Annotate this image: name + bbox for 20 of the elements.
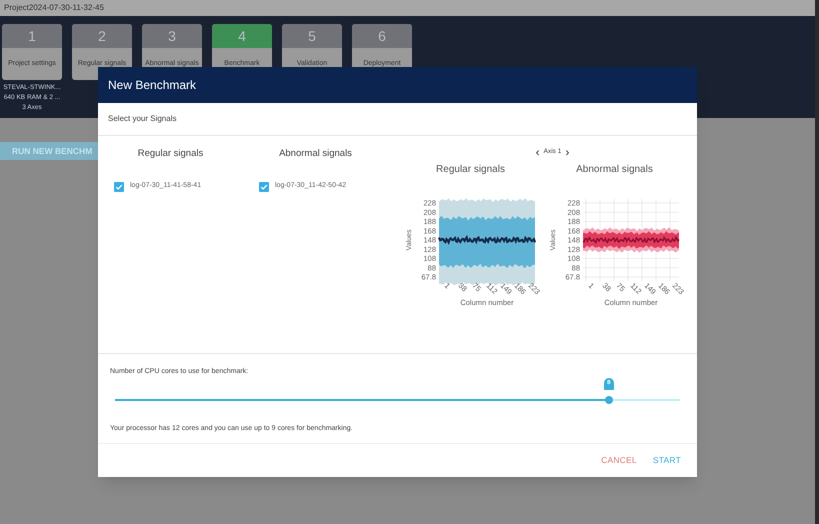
step-number: 6 xyxy=(378,26,386,46)
window-title: Project2024-07-30-11-32-45 xyxy=(4,2,104,14)
slider-thumb[interactable] xyxy=(604,396,613,404)
column-heading: Abnormal signals xyxy=(278,147,353,161)
next-axis-button[interactable]: › xyxy=(565,146,570,158)
signal-checkbox[interactable] xyxy=(259,182,269,192)
step-number: 5 xyxy=(308,26,316,46)
signal-checkbox[interactable] xyxy=(114,182,124,192)
step-number: 2 xyxy=(98,26,106,46)
dialog-subtitle: Select your Signals xyxy=(108,113,176,125)
step-number: 1 xyxy=(28,26,36,46)
previous-axis-button[interactable]: ‹ xyxy=(536,146,540,158)
step-number: 4 xyxy=(238,26,246,46)
start-button[interactable]: START xyxy=(646,450,687,471)
step-number: 3 xyxy=(168,26,176,46)
chart-title: Abnormal signals xyxy=(576,163,653,177)
column-heading: Regular signals xyxy=(136,147,204,161)
dialog-title: New Benchmark xyxy=(108,77,196,94)
cancel-button[interactable]: CANCEL xyxy=(595,450,643,471)
chart-title: Regular signals xyxy=(436,163,505,177)
